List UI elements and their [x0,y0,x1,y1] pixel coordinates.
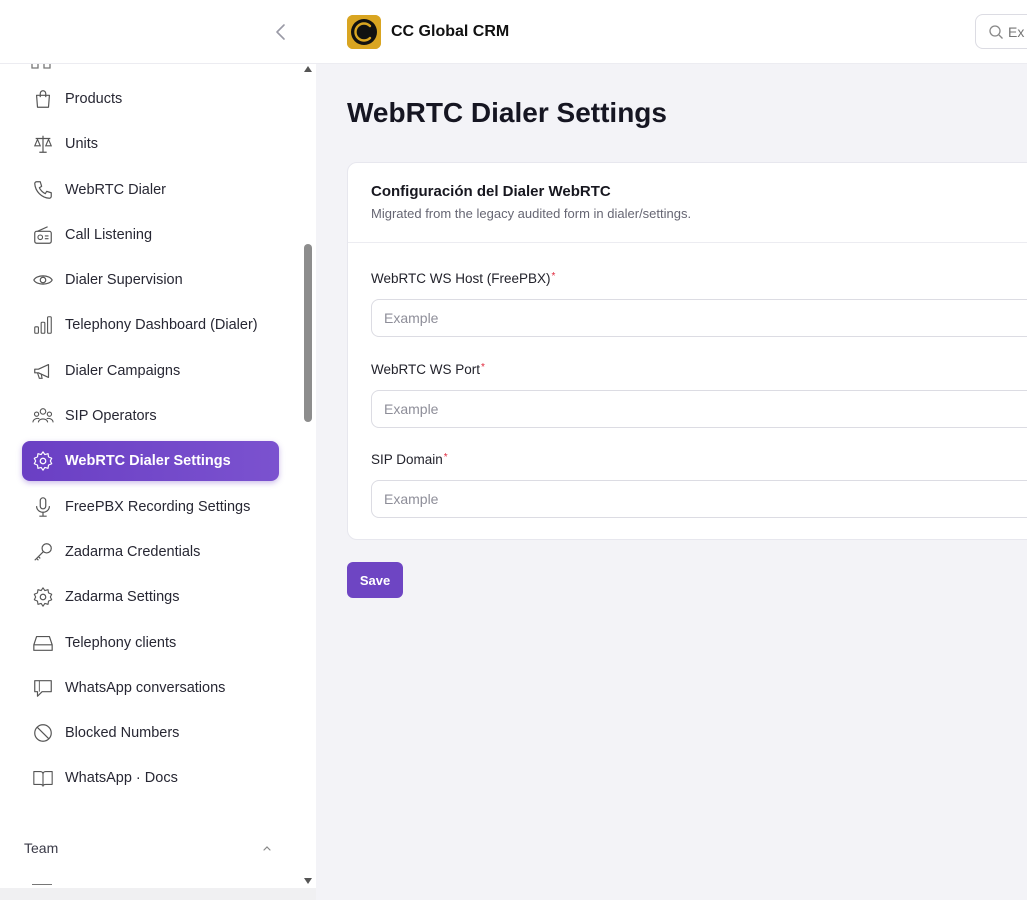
sip-domain-input[interactable] [371,480,1027,518]
sidebar-item-freepbx-recording-settings[interactable]: FreePBX Recording Settings [22,487,279,527]
users-icon [32,405,54,427]
partial-nav-icon [30,64,52,69]
gear-icon [32,450,54,472]
scroll-up-arrow-icon[interactable] [304,66,312,72]
sidebar-item-whatsapp-docs[interactable]: WhatsApp · Docs [22,758,279,798]
search-icon [989,24,1003,39]
ws-port-label: WebRTC WS Port* [371,362,485,377]
global-search[interactable] [975,14,1027,49]
radio-icon [32,224,54,246]
sip-domain-label: SIP Domain* [371,452,448,467]
card-title: Configuración del Dialer WebRTC [371,183,611,200]
card-header: Configuración del Dialer WebRTC Migrated… [348,163,1027,243]
blocked-icon [32,722,54,744]
sidebar: Products Units WebRTC Dialer Call Listen… [0,0,316,900]
sidebar-item-zadarma-credentials[interactable]: Zadarma Credentials [22,532,279,572]
team-section-label: Team [24,840,59,856]
search-input[interactable] [1008,23,1027,40]
ws-port-input[interactable] [371,390,1027,428]
app-logo-icon [347,15,381,49]
eye-icon [32,269,54,291]
scroll-down-arrow-icon[interactable] [304,878,312,884]
chevron-up-icon[interactable] [260,841,274,855]
settings-card: Configuración del Dialer WebRTC Migrated… [347,162,1027,540]
sidebar-nav: Products Units WebRTC Dialer Call Listen… [0,64,302,888]
chat-icon [32,677,54,699]
app-name: CC Global CRM [391,23,510,40]
required-marker: * [551,271,556,282]
sidebar-item-label: Zadarma Settings [65,589,180,606]
sidebar-item-dialer-supervision[interactable]: Dialer Supervision [22,260,279,300]
ws-port-field: WebRTC WS Port* [371,362,1027,428]
scroll-thumb[interactable] [304,244,312,422]
sidebar-item-telephony-dashboard[interactable]: Telephony Dashboard (Dialer) [22,305,279,345]
shopping-bag-icon [32,88,54,110]
sidebar-item-label: SIP Operators [65,408,157,425]
page-title: WebRTC Dialer Settings [347,97,667,128]
sidebar-item-label: Products [65,91,123,107]
gear-icon [32,586,54,608]
sidebar-item-zadarma-settings[interactable]: Zadarma Settings [22,577,279,617]
sidebar-item-label: Call Listening [65,226,153,243]
sidebar-item-label: WebRTC Dialer Settings [65,453,231,470]
sidebar-item-label: Dialer Campaigns [65,362,181,379]
team-section-header[interactable]: Team [24,840,274,856]
sidebar-item-webrtc-dialer-settings[interactable]: WebRTC Dialer Settings [22,441,279,482]
sidebar-item-call-listening[interactable]: Call Listening [22,215,279,255]
ws-host-field: WebRTC WS Host (FreePBX)* [371,271,1027,337]
sidebar-scrollbar[interactable] [302,64,314,888]
ws-host-label: WebRTC WS Host (FreePBX)* [371,271,556,286]
sidebar-item-label: WhatsApp · Docs [65,770,178,787]
sidebar-item-label: Telephony Dashboard (Dialer) [65,317,258,334]
megaphone-icon [32,360,54,382]
sidebar-item-dialer-campaigns[interactable]: Dialer Campaigns [22,351,279,391]
sidebar-bottom-strip [0,888,316,900]
phone-icon [32,179,54,201]
required-marker: * [443,452,448,463]
sidebar-item-label: Telephony clients [65,634,177,651]
brand[interactable]: CC Global CRM [347,15,509,49]
sidebar-item-webrtc-dialer[interactable]: WebRTC Dialer [22,170,279,210]
sidebar-item-telephony-clients[interactable]: Telephony clients [22,623,279,663]
card-subtitle: Migrated from the legacy audited form in… [371,206,692,221]
book-icon [32,767,54,789]
ws-host-input[interactable] [371,299,1027,337]
key-icon [32,541,54,563]
sidebar-item-units[interactable]: Units [22,124,279,164]
sidebar-item-label: Zadarma Credentials [65,543,201,560]
microphone-icon [32,496,54,518]
sidebar-header [0,0,316,64]
sidebar-item-label: Blocked Numbers [65,725,180,742]
topbar: CC Global CRM [316,0,1027,64]
sip-domain-field: SIP Domain* [371,452,1027,518]
sidebar-item-label: Dialer Supervision [65,272,183,289]
sidebar-item-blocked-numbers[interactable]: Blocked Numbers [22,713,279,753]
scale-icon [32,133,54,155]
sidebar-item-whatsapp-conversations[interactable]: WhatsApp conversations [22,668,279,708]
sidebar-item-products[interactable]: Products [22,79,279,119]
bar-chart-icon [32,314,54,336]
inbox-icon [32,632,54,654]
sidebar-item-label: Units [65,136,99,153]
collapse-sidebar-icon[interactable] [270,20,292,44]
required-marker: * [481,362,485,373]
sidebar-item-label: WebRTC Dialer [65,181,166,198]
sidebar-item-label: WhatsApp conversations [65,679,226,696]
save-button[interactable]: Save [347,562,403,598]
sidebar-item-label: FreePBX Recording Settings [65,498,251,515]
sidebar-item-sip-operators[interactable]: SIP Operators [22,396,279,436]
